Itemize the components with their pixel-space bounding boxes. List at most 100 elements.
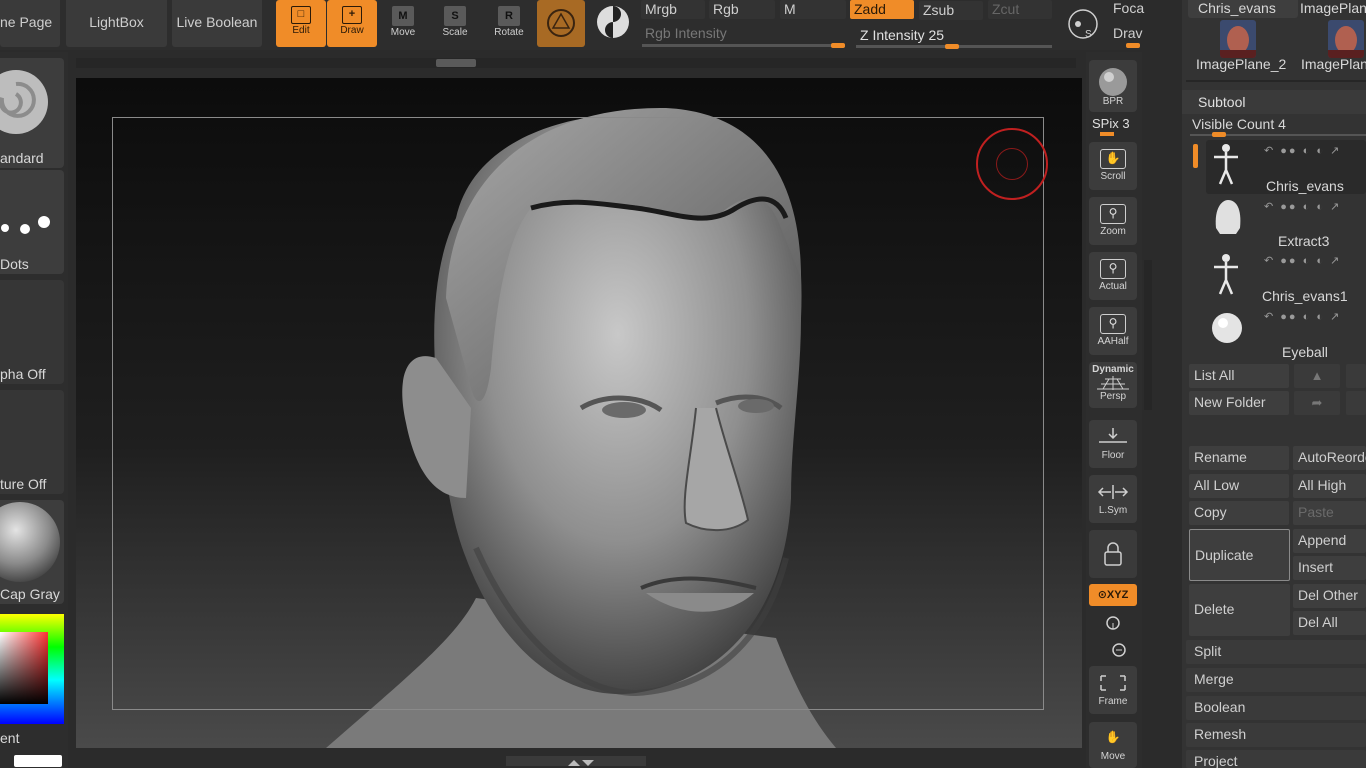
del-all-button[interactable]: Del All [1293,611,1366,635]
all-high-button[interactable]: All High [1293,474,1366,498]
home-page-button[interactable]: ne Page [0,0,60,47]
subtool-visibility-toggles[interactable]: ↶ ●● ◐ ◐ ↗ [1264,144,1341,157]
draw-icon: + [342,6,362,24]
y-rotate-icon[interactable] [1104,614,1122,632]
zadd-button[interactable]: Zadd [850,0,914,19]
move-up-arrow-icon[interactable]: ▲ [1294,364,1340,388]
copy-button[interactable]: Copy [1189,501,1289,525]
floor-button[interactable]: Floor [1089,420,1137,468]
visible-count-slider[interactable]: Visible Count 4 [1192,116,1286,132]
aahalf-button[interactable]: ⚲ AAHalf [1089,307,1137,355]
focal-shift-icon[interactable]: S [1065,6,1101,42]
material-swatch[interactable] [537,0,585,47]
subtool-item-extract3[interactable]: ↶ ●● ◐ ◐ ↗ Extract3 [1206,196,1366,250]
imageplane-3-label: ImagePlan [1301,56,1366,72]
z-intensity-slider[interactable]: Z Intensity 25 [860,27,944,43]
hand-icon: ✋ [1100,149,1126,169]
move-down-button[interactable] [1346,364,1366,388]
duplicate-button[interactable]: Duplicate [1189,529,1290,581]
visible-count-knob[interactable] [1212,132,1226,137]
canvas-scroll-strip[interactable] [76,58,1076,68]
top-toolbar: ne Page LightBox Live Boolean □ Edit + D… [0,0,1144,50]
paste-button[interactable]: Paste [1293,501,1366,525]
canvas-scroll-thumb[interactable] [436,59,476,67]
boolean-section[interactable]: Boolean [1186,696,1366,720]
draw-size-knob[interactable] [1126,43,1140,48]
focal-shift-slider[interactable]: Foca [1113,0,1144,16]
insert-button[interactable]: Insert [1293,556,1366,580]
delete-button[interactable]: Delete [1189,584,1290,636]
split-section[interactable]: Split [1186,640,1366,664]
panel-divider[interactable] [1144,260,1152,410]
spix-knob[interactable] [1100,132,1114,136]
subtool-header[interactable]: Subtool [1182,90,1366,114]
spix-slider[interactable]: SPix 3 [1092,116,1130,131]
stroke-selector[interactable]: Dots [0,170,64,274]
all-low-button[interactable]: All Low [1189,474,1289,498]
subtool-item-chris-evans1[interactable]: ↶ ●● ◐ ◐ ↗ Chris_evans1 [1206,250,1366,304]
persp-button[interactable]: Dynamic Persp [1089,362,1137,408]
del-other-button[interactable]: Del Other [1293,584,1366,608]
svg-text:S: S [1085,29,1092,40]
redirect-arrow-icon[interactable]: ➦ [1294,391,1340,415]
z-rotate-icon[interactable] [1110,641,1128,659]
color-picker[interactable] [0,614,64,726]
imageplane-2-thumb[interactable] [1220,20,1256,58]
move-button[interactable]: M Move [378,0,428,47]
symmetry-icon [1097,485,1129,499]
tool-thumb-chris-evans[interactable]: Chris_evans [1188,0,1298,18]
subtool-visibility-toggles[interactable]: ↶ ●● ◐ ◐ ↗ [1264,254,1341,267]
z-intensity-knob[interactable] [945,44,959,49]
auto-reorder-button[interactable]: AutoReorde [1293,446,1366,470]
local-transform-button[interactable] [1089,530,1137,578]
rgb-intensity-track[interactable] [642,44,845,47]
rgb-intensity-slider[interactable]: Rgb Intensity [645,25,727,41]
project-section[interactable]: Project [1186,750,1366,768]
list-all-button[interactable]: List All [1189,364,1289,388]
alpha-selector[interactable]: pha Off [0,280,64,384]
lightbox-button[interactable]: LightBox [66,0,167,47]
trash-button[interactable] [1346,391,1366,415]
viewport-canvas[interactable] [76,78,1082,748]
mrgb-button[interactable]: Mrgb [641,0,705,19]
xyz-rotate-button[interactable]: ⊙XYZ [1089,584,1137,606]
draw-button[interactable]: + Draw [327,0,377,47]
subtool-scroll-indicator[interactable] [1193,144,1198,168]
zsub-button[interactable]: Zsub [919,1,983,20]
scale-button[interactable]: S Scale [430,0,480,47]
move-view-button[interactable]: ✋ Move [1089,722,1137,768]
zcut-button[interactable]: Zcut [988,0,1052,19]
rotate-button[interactable]: R Rotate [484,0,534,47]
frame-button[interactable]: Frame [1089,666,1137,714]
zoom-button[interactable]: ⚲ Zoom [1089,197,1137,245]
main-color-swatch[interactable] [14,755,62,767]
material-selector[interactable]: Cap Gray [0,500,64,604]
new-folder-button[interactable]: New Folder [1189,391,1289,415]
bottom-shelf-toggle[interactable] [506,756,646,766]
imageplane-3-thumb[interactable] [1328,20,1364,58]
bpr-sphere-icon [1099,68,1127,96]
rgb-button[interactable]: Rgb [709,0,775,19]
subtool-visibility-toggles[interactable]: ↶ ●● ◐ ◐ ↗ [1264,200,1341,213]
actual-button[interactable]: ⚲ Actual [1089,252,1137,300]
merge-section[interactable]: Merge [1186,668,1366,692]
scroll-button[interactable]: ✋ Scroll [1089,142,1137,190]
m-button[interactable]: M [780,0,846,19]
subtool-visibility-toggles[interactable]: ↶ ●● ◐ ◐ ↗ [1264,310,1341,323]
rgb-intensity-knob[interactable] [831,43,845,48]
tool-thumb-imageplane[interactable]: ImagePlan [1300,0,1366,16]
brush-selector[interactable]: andard [0,58,64,168]
append-button[interactable]: Append [1293,529,1366,553]
live-boolean-button[interactable]: Live Boolean [172,0,262,47]
subtool-item-chris-evans[interactable]: ↶ ●● ◐ ◐ ↗ Chris_evans [1206,140,1366,194]
edit-button[interactable]: □ Edit [276,0,326,47]
texture-selector[interactable]: ture Off [0,390,64,494]
remesh-section[interactable]: Remesh [1186,723,1366,747]
imageplane-2-label: ImagePlane_2 [1196,56,1287,72]
draw-size-slider[interactable]: Drav [1113,25,1143,41]
subtool-item-eyeball[interactable]: ↶ ●● ◐ ◐ ↗ Eyeball [1206,306,1366,360]
lsym-button[interactable]: L.Sym [1089,475,1137,523]
bpr-button[interactable]: BPR [1089,60,1137,112]
texture-swatch[interactable] [591,0,635,47]
rename-button[interactable]: Rename [1189,446,1289,470]
